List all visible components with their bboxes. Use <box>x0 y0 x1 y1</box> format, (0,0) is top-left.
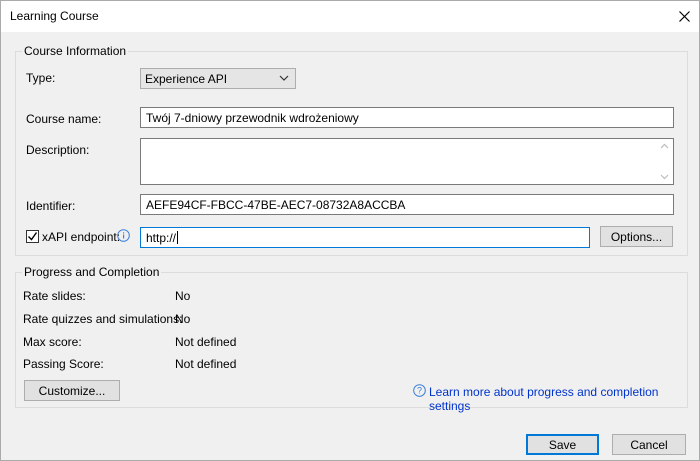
rate-quizzes-label: Rate quizzes and simulations: <box>23 312 183 326</box>
max-score-label: Max score: <box>23 335 82 349</box>
identifier-label: Identifier: <box>26 199 76 213</box>
xapi-endpoint-value: http:// <box>146 230 177 245</box>
learning-course-dialog: Learning Course Course Information Type:… <box>0 0 700 461</box>
xapi-endpoint-checkbox[interactable] <box>26 230 39 243</box>
checkmark-icon <box>28 232 38 241</box>
learn-more-link[interactable]: Learn more about progress and completion… <box>429 385 699 413</box>
window-title: Learning Course <box>10 9 99 23</box>
xapi-endpoint-field[interactable]: http:// <box>140 227 590 248</box>
options-button[interactable]: Options... <box>600 226 673 247</box>
course-information-heading: Course Information <box>22 44 129 58</box>
max-score-value: Not defined <box>175 335 237 349</box>
text-caret <box>177 231 179 244</box>
customize-button[interactable]: Customize... <box>24 380 120 401</box>
title-bar: Learning Course <box>1 1 699 32</box>
help-icon[interactable]: ? <box>413 384 426 397</box>
identifier-value: AEFE94CF-FBCC-47BE-AEC7-08732A8ACCBA <box>146 197 406 212</box>
description-label: Description: <box>26 143 90 157</box>
rate-quizzes-value: No <box>175 312 191 326</box>
description-scrollbar[interactable] <box>656 139 673 184</box>
xapi-endpoint-label: xAPI endpoint: <box>42 230 121 244</box>
passing-score-value: Not defined <box>175 357 237 371</box>
type-label: Type: <box>26 71 56 85</box>
rate-slides-label: Rate slides: <box>23 289 86 303</box>
identifier-field[interactable]: AEFE94CF-FBCC-47BE-AEC7-08732A8ACCBA <box>140 194 674 215</box>
chevron-down-icon <box>279 75 289 81</box>
scroll-down-icon[interactable] <box>660 174 669 180</box>
course-name-label: Course name: <box>26 112 102 126</box>
type-dropdown[interactable]: Experience API <box>140 68 296 89</box>
passing-score-label: Passing Score: <box>23 357 104 371</box>
close-icon <box>678 11 690 22</box>
scroll-up-icon[interactable] <box>660 143 669 149</box>
progress-completion-heading: Progress and Completion <box>22 265 162 279</box>
info-icon[interactable] <box>117 229 130 242</box>
svg-text:?: ? <box>417 386 422 396</box>
cancel-button[interactable]: Cancel <box>612 434 686 455</box>
description-field[interactable] <box>140 138 674 185</box>
close-button[interactable] <box>669 1 699 32</box>
course-name-value: Twój 7-dniowy przewodnik wdrożeniowy <box>146 110 359 125</box>
type-dropdown-value: Experience API <box>145 71 228 86</box>
save-button[interactable]: Save <box>526 434 599 455</box>
rate-slides-value: No <box>175 289 191 303</box>
course-name-field[interactable]: Twój 7-dniowy przewodnik wdrożeniowy <box>140 107 674 128</box>
